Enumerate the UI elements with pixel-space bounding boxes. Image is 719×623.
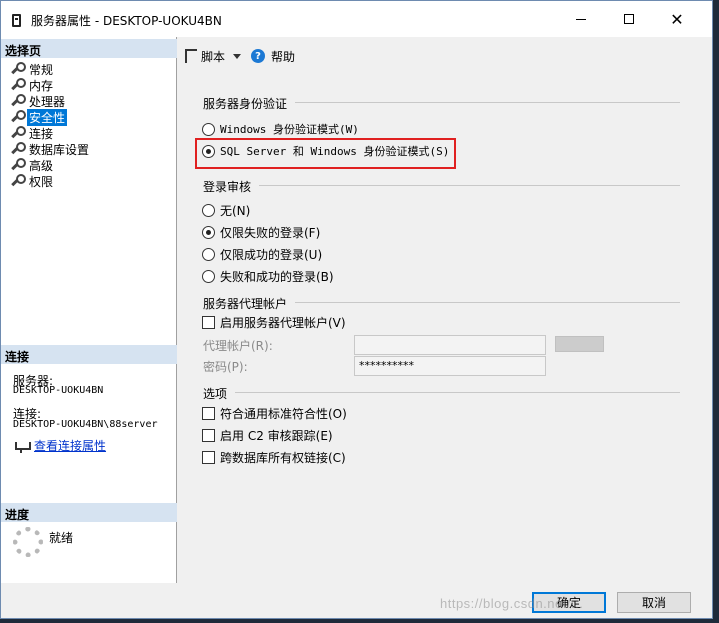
password-input[interactable]: ********** — [354, 356, 546, 376]
proxy-group-title: 服务器代理帐户 — [203, 297, 288, 311]
sidebar-item-label: 安全性 — [27, 108, 68, 126]
chevron-down-icon[interactable] — [233, 53, 242, 59]
sidebar-item-database-settings[interactable]: 数据库设置 — [9, 141, 91, 157]
progress-status: 就绪 — [49, 531, 74, 545]
sidebar-item-label: 连接 — [29, 126, 54, 141]
red-highlight-annotation — [195, 138, 456, 169]
sidebar-item-processor[interactable]: 处理器 — [9, 93, 67, 109]
common-criteria-label: 符合通用标准符合性(O) — [220, 406, 347, 421]
sidebar-item-security[interactable]: 安全性 — [9, 108, 68, 126]
radio-button[interactable] — [202, 225, 215, 239]
password-label: 密码(P): — [203, 360, 248, 374]
view-connection-properties-link[interactable]: 查看连接属性 — [13, 437, 106, 454]
wrench-icon — [9, 62, 26, 76]
common-criteria-checkbox[interactable]: 符合通用标准符合性(O) — [202, 405, 347, 421]
view-connection-properties-label[interactable]: 查看连接属性 — [34, 437, 106, 454]
sidebar-item-permissions[interactable]: 权限 — [9, 173, 55, 189]
sidebar-item-label: 数据库设置 — [29, 142, 90, 157]
audit-success-label: 仅限成功的登录(U) — [220, 247, 323, 262]
close-icon: ✕ — [670, 9, 684, 29]
enable-proxy-label: 启用服务器代理帐户(V) — [220, 315, 346, 330]
maximize-button[interactable] — [606, 1, 652, 37]
divider — [235, 392, 680, 393]
watermark: https://blog.csdn.net/... — [440, 596, 584, 611]
sidebar-item-label: 权限 — [29, 174, 54, 189]
audit-none-radio[interactable]: 无(N) — [202, 202, 250, 218]
sidebar-item-connections[interactable]: 连接 — [9, 125, 55, 141]
sidebar-item-memory[interactable]: 内存 — [9, 77, 55, 93]
checkbox[interactable] — [202, 450, 215, 464]
minimize-button[interactable] — [558, 1, 604, 37]
c2-audit-checkbox[interactable]: 启用 C2 审核跟踪(E) — [202, 427, 333, 443]
progress-header: 进度 — [1, 503, 177, 522]
divider — [295, 302, 680, 303]
window-title: 服务器属性 - DESKTOP-UOKU4BN — [31, 14, 222, 28]
toolbar: 脚本 ? 帮助 — [185, 46, 295, 66]
server-value: DESKTOP-UOKU4BN — [13, 385, 104, 396]
windows-auth-radio[interactable]: Windows 身份验证模式(W) — [202, 121, 359, 137]
wrench-icon — [9, 142, 26, 156]
connection-icon — [13, 439, 31, 453]
audit-both-radio[interactable]: 失败和成功的登录(B) — [202, 268, 334, 284]
browse-button[interactable] — [555, 336, 604, 352]
radio-button[interactable] — [202, 247, 215, 261]
wrench-icon — [9, 110, 26, 124]
proxy-account-input[interactable] — [354, 335, 546, 355]
progress-spinner-icon — [13, 527, 43, 557]
options-group-title: 选项 — [203, 387, 228, 401]
checkbox[interactable] — [202, 315, 215, 329]
wrench-icon — [9, 158, 26, 172]
help-icon: ? — [251, 49, 266, 63]
audit-both-label: 失败和成功的登录(B) — [220, 269, 334, 284]
sidebar-item-label: 常规 — [29, 62, 54, 77]
connection-header: 连接 — [1, 345, 177, 364]
connection-value: DESKTOP-UOKU4BN\88server — [13, 419, 158, 430]
radio-button[interactable] — [202, 122, 215, 136]
help-button[interactable]: 帮助 — [271, 48, 295, 65]
server-properties-dialog: 服务器属性 - DESKTOP-UOKU4BN ✕ 选择页 常规 内存 处理器 … — [0, 0, 713, 619]
proxy-account-label: 代理帐户(R): — [203, 339, 273, 353]
wrench-icon — [9, 78, 26, 92]
divider — [259, 185, 680, 186]
maximize-icon — [624, 14, 634, 24]
audit-success-radio[interactable]: 仅限成功的登录(U) — [202, 246, 322, 262]
sidebar-item-general[interactable]: 常规 — [9, 61, 55, 77]
checkbox[interactable] — [202, 406, 215, 420]
checkbox[interactable] — [202, 428, 215, 442]
select-page-header: 选择页 — [1, 39, 177, 58]
login-audit-group-title: 登录审核 — [203, 180, 252, 194]
sidebar-item-label: 高级 — [29, 158, 54, 173]
audit-none-label: 无(N) — [220, 203, 251, 218]
audit-failed-radio[interactable]: 仅限失败的登录(F) — [202, 224, 320, 240]
server-icon — [12, 14, 21, 27]
cross-db-chaining-checkbox[interactable]: 跨数据库所有权链接(C) — [202, 449, 346, 465]
divider — [295, 102, 680, 103]
sidebar-item-advanced[interactable]: 高级 — [9, 157, 55, 173]
script-icon — [185, 49, 197, 63]
enable-proxy-checkbox[interactable]: 启用服务器代理帐户(V) — [202, 314, 346, 330]
wrench-icon — [9, 94, 26, 108]
sidebar-item-label: 处理器 — [29, 94, 66, 109]
server-auth-group-title: 服务器身份验证 — [203, 97, 288, 111]
left-pane: 选择页 常规 内存 处理器 安全性 连接 数据库设置 高级 权限 连接 服务器:… — [1, 37, 177, 583]
wrench-icon — [9, 174, 26, 188]
audit-failed-label: 仅限失败的登录(F) — [220, 225, 321, 240]
radio-button[interactable] — [202, 269, 215, 283]
sidebar-item-label: 内存 — [29, 78, 54, 93]
radio-button[interactable] — [202, 203, 215, 217]
cross-db-chaining-label: 跨数据库所有权链接(C) — [220, 450, 346, 465]
minimize-icon — [576, 18, 586, 20]
title-bar: 服务器属性 - DESKTOP-UOKU4BN ✕ — [1, 1, 712, 37]
cancel-button[interactable]: 取消 — [617, 592, 691, 613]
close-button[interactable]: ✕ — [654, 1, 700, 37]
c2-audit-label: 启用 C2 审核跟踪(E) — [220, 428, 333, 443]
wrench-icon — [9, 126, 26, 140]
windows-auth-label: Windows 身份验证模式(W) — [220, 123, 359, 136]
script-button[interactable]: 脚本 — [201, 48, 225, 65]
